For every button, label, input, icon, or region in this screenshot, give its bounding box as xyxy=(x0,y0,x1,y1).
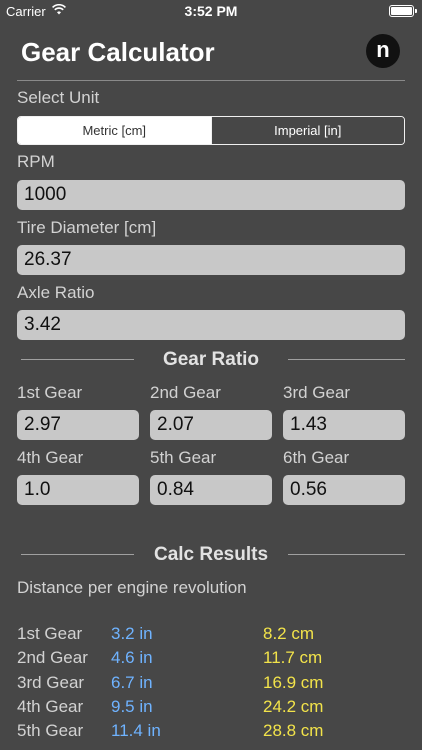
unit-segmented-control[interactable]: Metric [cm] Imperial [in] xyxy=(17,116,405,145)
gear-6-input[interactable]: 0.56 xyxy=(283,475,405,505)
gear-6-label: 6th Gear xyxy=(283,448,350,467)
result-imperial-value: 6.7 in xyxy=(111,673,153,692)
tire-diameter-label: Tire Diameter [cm] xyxy=(17,218,157,237)
result-gear-label: 3rd Gear xyxy=(17,673,85,692)
axle-ratio-input[interactable]: 3.42 xyxy=(17,310,405,340)
result-row: 1st Gear 3.2 in 8.2 cm xyxy=(17,624,417,648)
result-row: 2nd Gear 4.6 in 11.7 cm xyxy=(17,648,417,672)
result-row: 3rd Gear 6.7 in 16.9 cm xyxy=(17,673,417,697)
rpm-label: RPM xyxy=(17,152,55,171)
gear-ratio-title: Gear Ratio xyxy=(162,349,260,370)
header-divider xyxy=(17,80,405,81)
result-metric-value: 11.7 cm xyxy=(263,648,323,667)
results-title: Calc Results xyxy=(153,544,269,565)
result-row: 4th Gear 9.5 in 24.2 cm xyxy=(17,697,417,721)
app-logo-button[interactable]: n xyxy=(366,34,400,68)
gear-4-input[interactable]: 1.0 xyxy=(17,475,139,505)
status-bar: Carrier 3:52 PM xyxy=(0,0,422,22)
clock: 3:52 PM xyxy=(184,3,238,19)
unit-option-metric[interactable]: Metric [cm] xyxy=(18,117,211,144)
unit-option-imperial[interactable]: Imperial [in] xyxy=(210,117,404,144)
gear-3-label: 3rd Gear xyxy=(283,383,351,402)
result-row: 5th Gear 11.4 in 28.8 cm xyxy=(17,721,417,745)
battery-icon xyxy=(389,5,417,17)
gear-4-label: 4th Gear xyxy=(17,448,84,467)
gear-5-label: 5th Gear xyxy=(150,448,217,467)
gear-1-input[interactable]: 2.97 xyxy=(17,410,139,440)
result-gear-label: 2nd Gear xyxy=(17,648,88,667)
result-gear-label: 4th Gear xyxy=(17,697,84,716)
axle-ratio-label: Axle Ratio xyxy=(17,283,95,302)
result-gear-label: 1st Gear xyxy=(17,624,83,643)
result-metric-value: 24.2 cm xyxy=(263,697,324,716)
rpm-input[interactable]: 1000 xyxy=(17,180,405,210)
result-metric-value: 28.8 cm xyxy=(263,721,324,740)
gear-3-input[interactable]: 1.43 xyxy=(283,410,405,440)
result-gear-label: 5th Gear xyxy=(17,721,84,740)
results-divider-right xyxy=(288,554,405,555)
result-imperial-value: 11.4 in xyxy=(111,721,161,740)
result-metric-value: 16.9 cm xyxy=(263,673,324,692)
result-metric-value: 8.2 cm xyxy=(263,624,315,643)
result-imperial-value: 4.6 in xyxy=(111,648,153,667)
result-imperial-value: 9.5 in xyxy=(111,697,153,716)
unit-label: Select Unit xyxy=(17,88,100,107)
gear-ratio-divider-right xyxy=(288,359,405,360)
results-subtitle: Distance per engine revolution xyxy=(17,578,247,597)
page-title: Gear Calculator xyxy=(21,37,215,67)
gear-2-input[interactable]: 2.07 xyxy=(150,410,272,440)
gear-1-label: 1st Gear xyxy=(17,383,83,402)
result-imperial-value: 3.2 in xyxy=(111,624,153,643)
gear-5-input[interactable]: 0.84 xyxy=(150,475,272,505)
tire-diameter-input[interactable]: 26.37 xyxy=(17,245,405,275)
gear-2-label: 2nd Gear xyxy=(150,383,221,402)
